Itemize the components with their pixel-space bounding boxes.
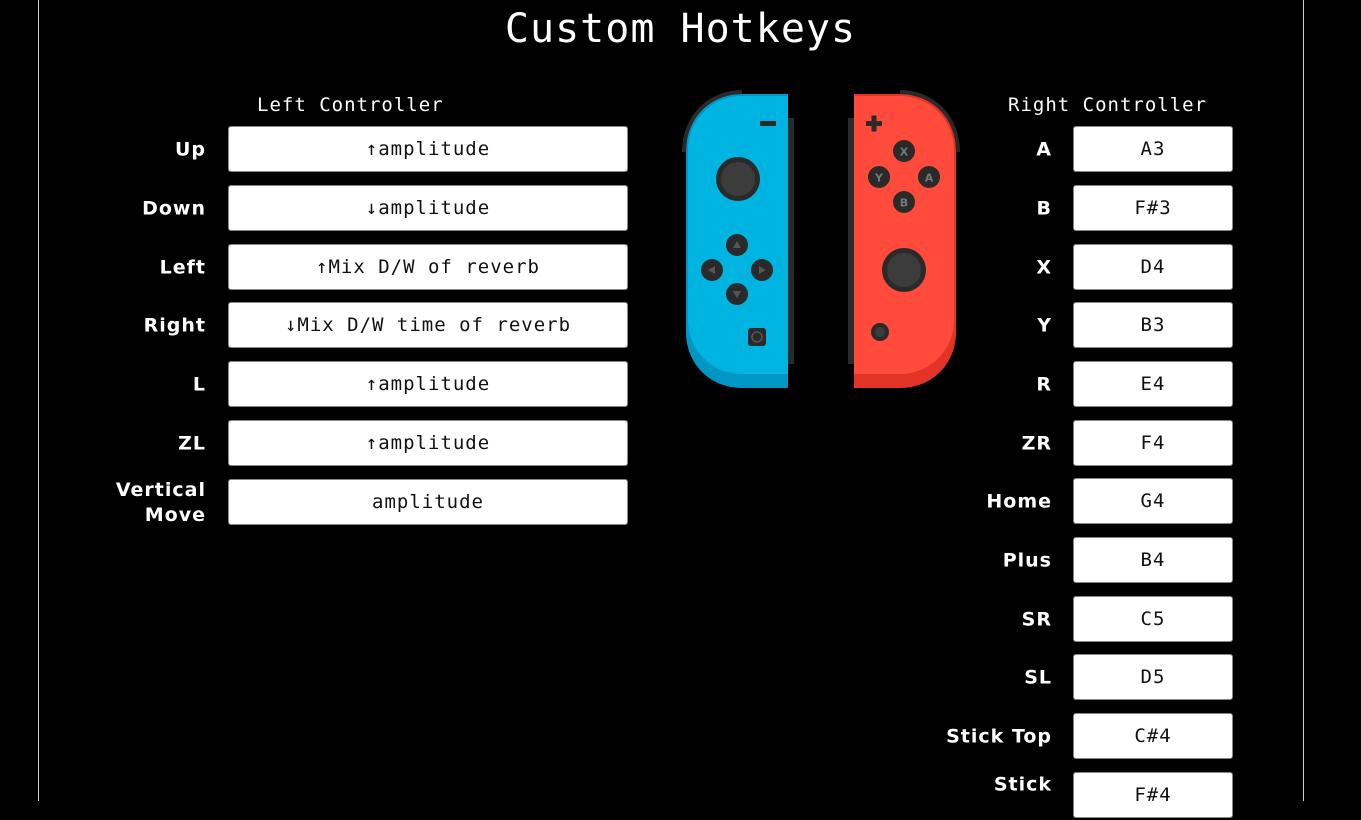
right-hotkey-field-zr[interactable]: F4 bbox=[1073, 420, 1233, 466]
svg-text:A: A bbox=[925, 172, 934, 185]
right-row-label: SR bbox=[1021, 608, 1052, 631]
right-row-home: Home G4 bbox=[0, 478, 1361, 526]
right-hotkey-field-sr[interactable]: C5 bbox=[1073, 596, 1233, 642]
right-row-label: ZR bbox=[1021, 432, 1052, 455]
right-hotkey-field-stick[interactable]: F#4 bbox=[1073, 772, 1233, 818]
right-hotkey-field-plus[interactable]: B4 bbox=[1073, 537, 1233, 583]
page-title: Custom Hotkeys bbox=[504, 6, 857, 52]
right-hotkey-field-home[interactable]: G4 bbox=[1073, 478, 1233, 524]
right-row-label: Plus bbox=[1002, 549, 1052, 572]
right-hotkey-field-y[interactable]: B3 bbox=[1073, 302, 1233, 348]
right-row-zr: ZR F4 bbox=[0, 420, 1361, 468]
face-button-y: Y bbox=[868, 166, 890, 188]
right-stick-icon bbox=[887, 253, 921, 287]
right-row-label: Stick bbox=[993, 773, 1052, 796]
right-hotkey-field-r[interactable]: E4 bbox=[1073, 361, 1233, 407]
minus-icon bbox=[760, 121, 776, 126]
right-row-label: SL bbox=[1024, 666, 1052, 689]
left-joycon bbox=[682, 90, 794, 388]
face-button-x: X bbox=[893, 140, 915, 162]
right-row-label: Home bbox=[986, 490, 1052, 513]
left-stick-icon bbox=[721, 162, 755, 196]
right-row-stick: Stick F#4 bbox=[0, 772, 1361, 820]
left-controller-title: Left Controller bbox=[257, 94, 444, 116]
right-row-label: Stick Top bbox=[946, 725, 1052, 748]
face-button-b: B bbox=[893, 191, 915, 213]
right-row-sl: SL D5 bbox=[0, 654, 1361, 702]
right-hotkey-field-sl[interactable]: D5 bbox=[1073, 654, 1233, 700]
svg-text:Y: Y bbox=[874, 172, 884, 185]
right-joycon: X Y A B bbox=[848, 90, 960, 388]
right-hotkey-field-x[interactable]: D4 bbox=[1073, 244, 1233, 290]
right-row-sr: SR C5 bbox=[0, 596, 1361, 644]
svg-text:X: X bbox=[900, 146, 909, 159]
right-hotkey-field-a[interactable]: A3 bbox=[1073, 126, 1233, 172]
svg-text:B: B bbox=[900, 197, 908, 210]
right-controller-title: Right Controller bbox=[1008, 94, 1208, 116]
joycon-illustration: X Y A B bbox=[680, 88, 960, 390]
right-hotkey-field-b[interactable]: F#3 bbox=[1073, 185, 1233, 231]
face-button-a: A bbox=[918, 166, 940, 188]
right-row-stick-top: Stick Top C#4 bbox=[0, 713, 1361, 761]
capture-button-icon bbox=[748, 328, 766, 346]
right-row-plus: Plus B4 bbox=[0, 537, 1361, 585]
right-hotkey-field-stick-top[interactable]: C#4 bbox=[1073, 713, 1233, 759]
